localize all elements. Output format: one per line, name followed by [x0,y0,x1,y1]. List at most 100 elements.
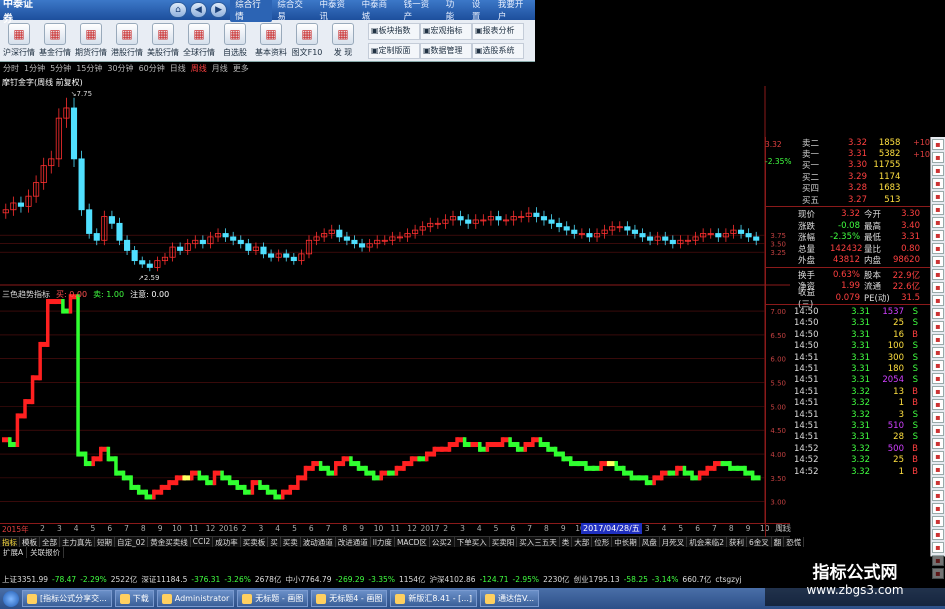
ribbon-button[interactable]: ▦ 港股行情 [110,23,144,59]
top-menu-item[interactable]: 功能 [441,0,467,22]
taskbar-item[interactable]: 通达信V... [480,590,540,607]
indicator-tab[interactable]: 指标 [0,537,20,547]
indicator-tab[interactable]: MACD区 [395,537,430,547]
indicator-tab[interactable]: 翻 [772,537,785,547]
ribbon-button[interactable]: ▦ 全球行情 [182,23,216,59]
indicator-tab[interactable]: 位形 [592,537,613,547]
taskbar-item[interactable]: [指标公式分享交... [22,590,112,607]
tool-icon[interactable]: ▪ [932,191,944,202]
tool-icon[interactable]: ▪ [932,529,944,540]
tool-icon[interactable]: ▪ [932,425,944,436]
tool-icon[interactable]: ▪ [932,256,944,267]
top-menu-item[interactable]: 钱一资产 [399,0,441,22]
tool-icon[interactable]: ▪ [932,464,944,475]
indicator-tab[interactable]: 大部 [572,537,593,547]
period-item[interactable]: 60分钟 [139,63,165,74]
tool-icon[interactable]: ▪ [932,295,944,306]
tool-icon[interactable]: ▪ [932,438,944,449]
tool-icon[interactable]: ▪ [932,308,944,319]
tool-icon[interactable]: ▪ [932,178,944,189]
indicator-tab[interactable]: CCI2 [191,537,214,547]
tool-icon[interactable]: ▪ [932,490,944,501]
period-item[interactable]: 5分钟 [50,63,71,74]
indicator-tab[interactable]: 公买2 [430,537,455,547]
indicator-tab[interactable]: 自定_02 [115,537,149,547]
indicator-tab[interactable]: 黄金买卖线 [148,537,191,547]
indicator-tab[interactable]: 机会来临2 [687,537,727,547]
tool-icon[interactable]: ▪ [932,139,944,150]
indicator-tab[interactable]: 6金叉 [747,537,772,547]
back-button[interactable]: ◀ [189,2,207,18]
top-menu-item[interactable]: 中泰资讯 [314,0,356,22]
taskbar-item[interactable]: 新版汇8.41 - [...] [390,590,477,607]
top-menu-item[interactable]: 综合行情 [230,0,273,22]
ribbon-button[interactable]: ▦ 基本资料 [254,23,288,59]
tool-icon[interactable]: ▪ [932,269,944,280]
tool-icon[interactable]: ▪ [932,347,944,358]
indicator-tab[interactable]: 风盘 [640,537,660,547]
top-menu-item[interactable]: 我要开户 [493,0,535,22]
period-item[interactable]: 15分钟 [76,63,102,74]
ribbon-button[interactable]: ▦ 美股行情 [146,23,180,59]
tool-icon[interactable]: ▪ [932,165,944,176]
ribbon-button[interactable]: ▦ 沪深行情 [2,23,36,59]
sub-tab[interactable]: 关联报价 [27,547,65,558]
indicator-tab[interactable]: 买卖板 [241,537,269,547]
indicator-tab[interactable]: 全部 [40,537,60,547]
period-item[interactable]: 1分钟 [24,63,45,74]
period-item[interactable]: 30分钟 [107,63,133,74]
indicator-tab[interactable]: 波动通道 [301,537,336,547]
tool-icon[interactable]: ▪ [932,542,944,553]
period-item[interactable]: 更多 [233,63,249,74]
tool-icon[interactable]: ▪ [932,152,944,163]
tool-icon[interactable]: ▪ [932,451,944,462]
indicator-tab[interactable]: 获利 [727,537,747,547]
indicator-tab[interactable]: 中长期 [612,537,640,547]
period-item[interactable]: 分时 [3,63,19,74]
period-item[interactable]: 周线 [191,63,207,74]
tool-icon[interactable]: ▪ [932,386,944,397]
top-menu-item[interactable]: 中泰商城 [357,0,399,22]
ribbon-button[interactable]: ▦ 期货行情 [74,23,108,59]
indicator-tab[interactable]: 主力真先 [60,537,95,547]
indicator-tab[interactable]: 改进通道 [336,537,371,547]
tool-icon[interactable]: ▪ [932,243,944,254]
taskbar-item[interactable]: 下载 [114,590,154,607]
indicator-tab[interactable]: 买卖 [281,537,301,547]
ribbon-small-button[interactable]: ▣定制版面 [368,42,420,59]
indicator-tab[interactable]: ll力度 [371,537,395,547]
home-button[interactable]: ⌂ [169,2,187,18]
indicator-tab[interactable]: 类 [560,537,573,547]
indicator-tab[interactable]: 下单买入 [455,537,490,547]
top-menu-item[interactable]: 综合交易 [272,0,314,22]
indicator-tab[interactable]: 买卖阳 [490,537,518,547]
indicator-tab[interactable]: 月死叉 [660,537,688,547]
tool-icon[interactable]: ▪ [932,373,944,384]
tool-icon[interactable]: ▪ [932,503,944,514]
ribbon-button[interactable]: ▦ 发 现 [326,23,360,59]
tool-icon[interactable]: ▪ [932,399,944,410]
ribbon-small-button[interactable]: ▣报表分析 [472,23,524,40]
tool-icon[interactable]: ▪ [932,334,944,345]
tool-icon[interactable]: ▪ [932,360,944,371]
period-item[interactable]: 日线 [170,63,186,74]
sub-tab[interactable]: 扩展A [0,547,28,558]
indicator-tab[interactable]: 成功率 [213,537,241,547]
indicator-tab[interactable]: 恐慌 [784,537,805,547]
ribbon-button[interactable]: ▦ 基金行情 [38,23,72,59]
tool-icon[interactable]: ▪ [932,516,944,527]
ribbon-button[interactable]: ▦ 自选股 [218,23,252,59]
tool-icon[interactable]: ▪ [932,321,944,332]
tool-icon[interactable]: ▪ [932,217,944,228]
indicator-tab[interactable]: 买入三五天 [517,537,560,547]
taskbar-item[interactable]: Administrator [156,590,235,607]
taskbar-item[interactable]: 无标题 - 画图 [237,590,309,607]
tool-icon[interactable]: ▪ [932,282,944,293]
ribbon-small-button[interactable]: ▣选股系统 [472,42,524,59]
ribbon-button[interactable]: ▦ 图文F10 [290,23,324,59]
tool-icon[interactable]: ▪ [932,230,944,241]
ribbon-small-button[interactable]: ▣板块指数 [368,23,420,40]
tool-icon[interactable]: ▪ [932,412,944,423]
period-item[interactable]: 月线 [212,63,228,74]
ribbon-small-button[interactable]: ▣宏观指标 [420,23,472,40]
